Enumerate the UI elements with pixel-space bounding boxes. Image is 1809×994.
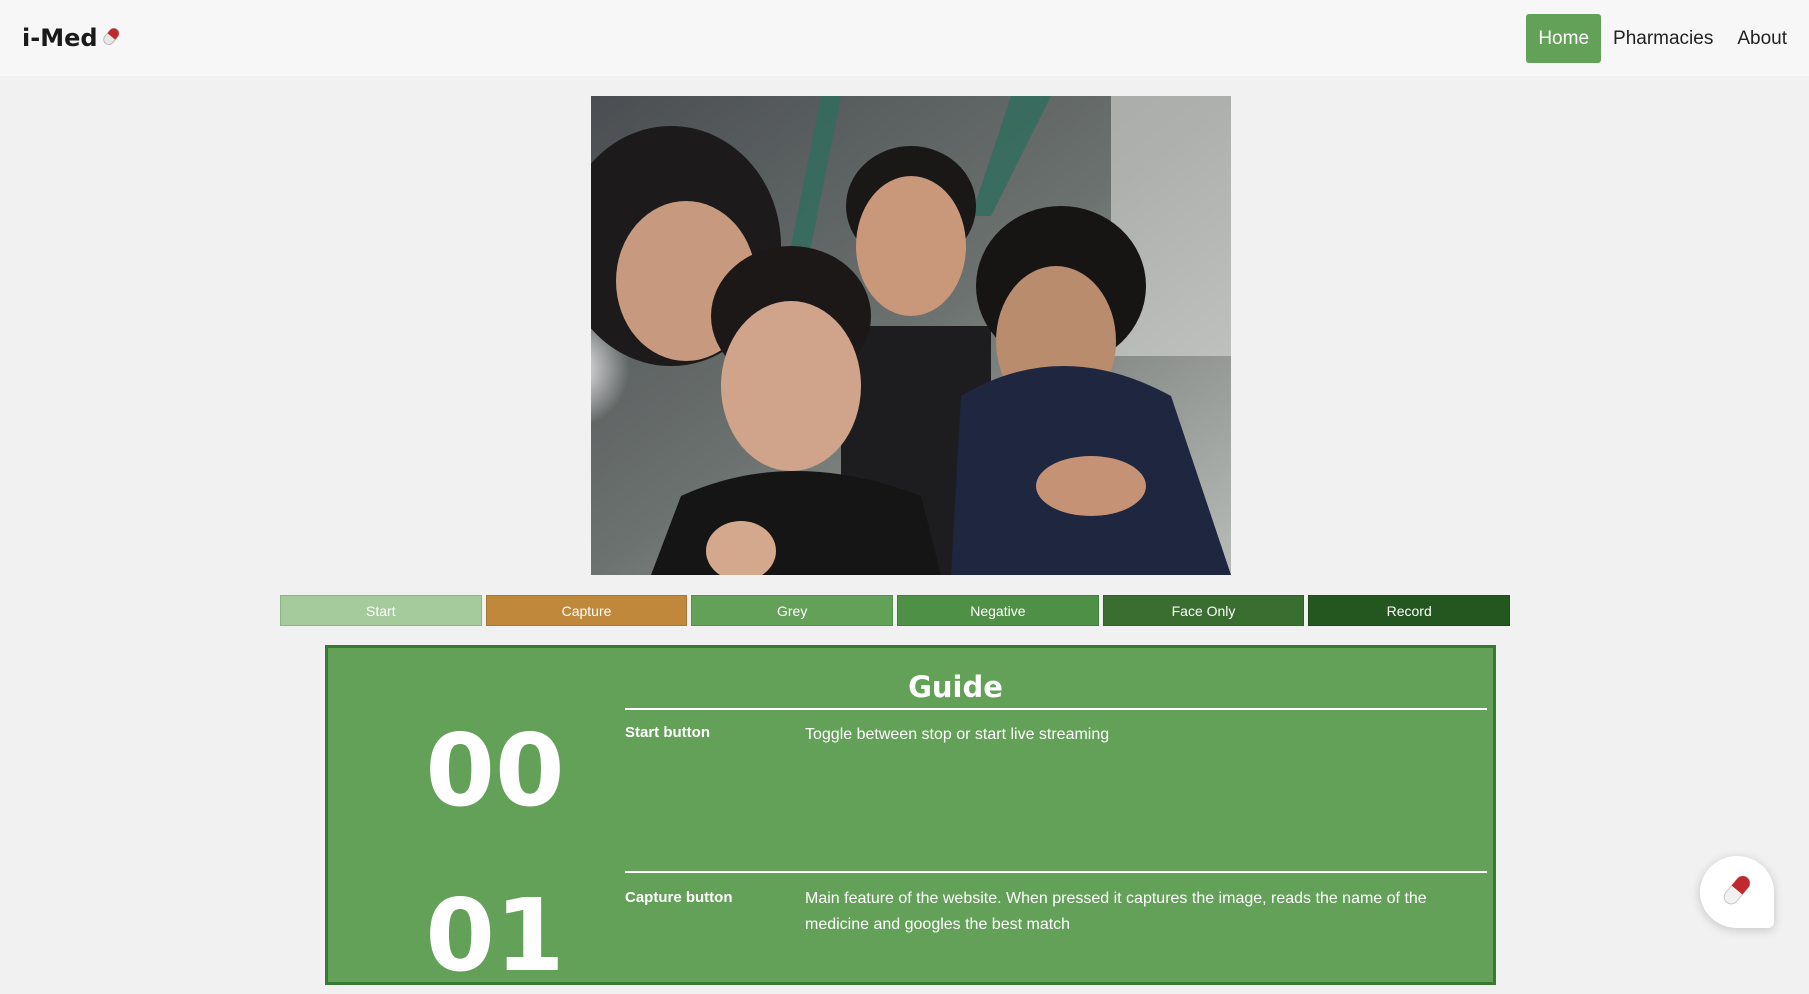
step-label: Capture button — [625, 889, 733, 906]
brand-title: i-Med — [22, 24, 98, 52]
navbar: i-Med Home Pharmacies About — [0, 0, 1809, 76]
nav-home-link[interactable]: Home — [1526, 13, 1602, 63]
nav-about-link[interactable]: About — [1725, 14, 1799, 63]
brand[interactable]: i-Med — [22, 24, 119, 52]
filter-controls: Start Capture Grey Negative Face Only Re… — [280, 595, 1511, 626]
step-number: 01 — [425, 877, 565, 994]
step-label: Start button — [625, 724, 710, 741]
guide-panel: Guide 00 Start button Toggle between sto… — [325, 645, 1496, 994]
nav-pharmacies-link[interactable]: Pharmacies — [1601, 14, 1725, 63]
webcam-feed — [591, 96, 1231, 575]
record-button[interactable]: Record — [1308, 595, 1511, 626]
step-description: Main feature of the website. When presse… — [805, 890, 1427, 933]
negative-button[interactable]: Negative — [897, 595, 1099, 626]
guide-divider — [625, 871, 1487, 873]
step-description: Toggle between stop or start live stream… — [805, 726, 1110, 743]
guide-divider — [625, 708, 1487, 710]
start-button[interactable]: Start — [280, 595, 482, 626]
webcam-image — [591, 96, 1231, 575]
chat-button[interactable] — [1700, 856, 1774, 928]
guide-title: Guide — [908, 670, 1003, 704]
nav-links: Home Pharmacies About — [1526, 13, 1799, 63]
grey-button[interactable]: Grey — [691, 595, 894, 626]
pill-icon — [96, 23, 123, 52]
capture-button[interactable]: Capture — [485, 595, 688, 626]
face-only-button[interactable]: Face Only — [1102, 595, 1305, 626]
step-number: 00 — [425, 712, 565, 829]
pill-icon — [1717, 870, 1757, 915]
